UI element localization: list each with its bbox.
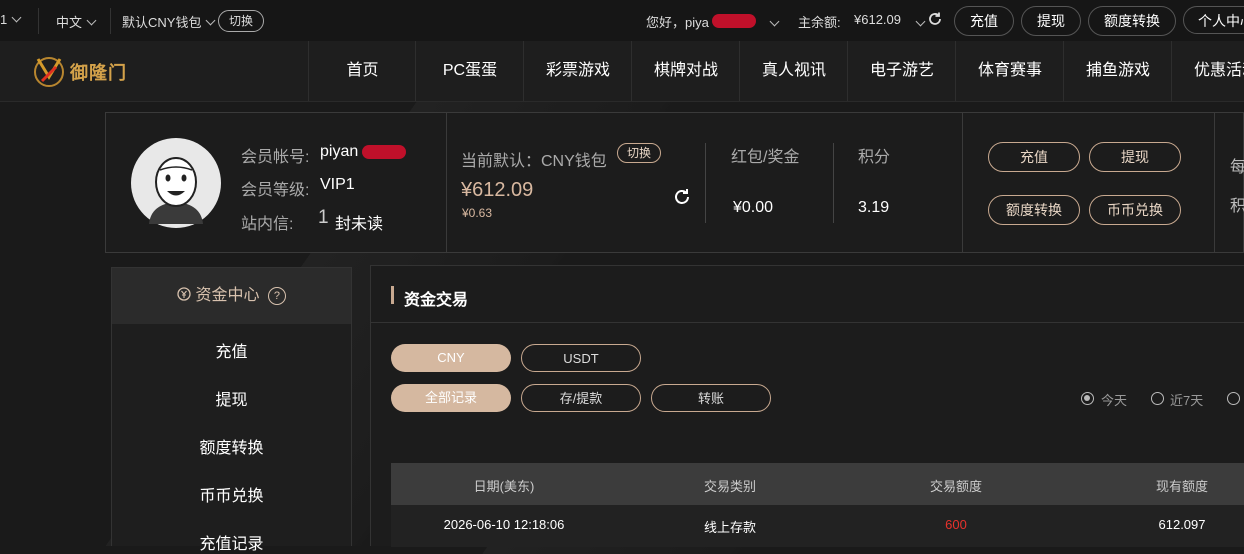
main-panel: 资金交易 CNY USDT 全部记录 存/提款 转账 今天 近7天 日期(美东)… bbox=[370, 265, 1244, 547]
wallet-label: 默认CNY钱包 bbox=[122, 15, 202, 30]
account-label: 会员帐号: bbox=[241, 149, 310, 166]
account-value: piyan bbox=[320, 143, 359, 160]
chevron-down-icon[interactable] bbox=[769, 16, 780, 27]
cell-balance: 612.097 bbox=[1158, 517, 1206, 532]
main-balance: ¥612.09 bbox=[461, 179, 534, 201]
chevron-down-icon bbox=[11, 12, 22, 23]
divider bbox=[1214, 113, 1215, 252]
user-info-card: 会员帐号: piyan 会员等级: VIP1 站内信: 1 封未读 当前默认：C… bbox=[105, 112, 1244, 253]
divider bbox=[962, 113, 963, 252]
currency-icon bbox=[177, 287, 191, 301]
radio-today-label: 今天 bbox=[1101, 393, 1128, 408]
balance-label: 主余额: bbox=[798, 15, 841, 30]
balance-value: ¥612.09 bbox=[854, 12, 901, 27]
top-withdraw-button[interactable]: 提现 bbox=[1021, 6, 1081, 36]
chevron-down-icon bbox=[206, 15, 216, 26]
divider bbox=[110, 8, 111, 34]
title-marker bbox=[391, 286, 394, 304]
wallet-switch-button[interactable]: 切换 bbox=[218, 10, 264, 32]
sidebar-item-transfer[interactable]: 额度转换 bbox=[112, 434, 351, 458]
nav-pc-egg[interactable]: PC蛋蛋 bbox=[415, 41, 524, 101]
sidebar-item-withdraw[interactable]: 提现 bbox=[112, 386, 351, 410]
sub-balance: ¥0.63 bbox=[462, 206, 493, 220]
divider bbox=[446, 113, 447, 252]
sidebar-header: 资金中心 ? bbox=[112, 268, 351, 324]
cell-amount: 600 bbox=[945, 517, 967, 532]
radio-7days[interactable] bbox=[1151, 392, 1164, 405]
nav-fishing[interactable]: 捕鱼游戏 bbox=[1063, 41, 1172, 101]
sidebar-title: 资金中心 bbox=[195, 287, 260, 304]
language-select[interactable]: 中文 bbox=[56, 12, 97, 31]
card-switch-button[interactable]: 切换 bbox=[617, 143, 661, 163]
sidebar-item-exchange[interactable]: 币币兑换 bbox=[112, 482, 351, 506]
top-transfer-button[interactable]: 额度转换 bbox=[1088, 6, 1176, 36]
username-redaction bbox=[712, 14, 756, 28]
tab-all-records[interactable]: 全部记录 bbox=[391, 384, 511, 412]
radio-today[interactable] bbox=[1081, 392, 1094, 405]
logo-text: 御隆门 bbox=[70, 63, 127, 83]
tab-transfer[interactable]: 转账 bbox=[651, 384, 771, 412]
radio-more[interactable] bbox=[1227, 392, 1240, 405]
tab-deposit-withdraw[interactable]: 存/提款 bbox=[521, 384, 641, 412]
main-nav: 御隆门 首页 PC蛋蛋 彩票游戏 棋牌对战 真人视讯 电子游艺 体育赛事 捕鱼游… bbox=[0, 41, 1244, 102]
refresh-icon[interactable] bbox=[927, 11, 943, 27]
nav-home[interactable]: 首页 bbox=[308, 41, 416, 101]
tab-cny[interactable]: CNY bbox=[391, 344, 511, 372]
greeting: 您好，piya bbox=[646, 15, 709, 30]
level-value: VIP1 bbox=[320, 176, 355, 193]
column-balance: 现有额度 bbox=[1155, 479, 1208, 494]
message-label: 站内信: bbox=[241, 216, 294, 233]
nav-chess[interactable]: 棋牌对战 bbox=[631, 41, 740, 101]
divider bbox=[705, 143, 706, 223]
level-label: 会员等级: bbox=[241, 182, 310, 199]
wallet-select[interactable]: 默认CNY钱包 bbox=[122, 12, 216, 31]
divider bbox=[371, 322, 1244, 323]
bonus-value: ¥0.00 bbox=[733, 199, 774, 216]
points-label: 积分 bbox=[858, 149, 891, 166]
sidebar-item-deposit-records[interactable]: 充值记录 bbox=[112, 530, 351, 554]
refresh-icon[interactable] bbox=[672, 187, 692, 207]
right-partial-text-1: 每 bbox=[1230, 159, 1244, 176]
message-count[interactable]: 1 bbox=[318, 207, 329, 229]
personal-center-button[interactable]: 个人中心 bbox=[1183, 6, 1244, 34]
nav-sports[interactable]: 体育赛事 bbox=[955, 41, 1064, 101]
chevron-down-icon[interactable] bbox=[915, 16, 926, 27]
help-icon[interactable]: ? bbox=[267, 287, 286, 305]
card-transfer-button[interactable]: 额度转换 bbox=[988, 195, 1080, 225]
cell-date: 2026-06-10 12:18:06 bbox=[443, 517, 565, 532]
top-left-text: 1 bbox=[0, 12, 8, 27]
nav-promotions[interactable]: 优惠活动 bbox=[1171, 41, 1244, 101]
column-amount: 交易额度 bbox=[929, 479, 982, 494]
message-suffix[interactable]: 封未读 bbox=[335, 210, 383, 234]
card-exchange-button[interactable]: 币币兑换 bbox=[1089, 195, 1181, 225]
site-logo[interactable]: 御隆门 bbox=[32, 53, 128, 89]
points-value: 3.19 bbox=[858, 199, 890, 216]
avatar[interactable] bbox=[131, 138, 221, 228]
sidebar-item-deposit[interactable]: 充值 bbox=[112, 338, 351, 362]
nav-lottery[interactable]: 彩票游戏 bbox=[523, 41, 632, 101]
top-left-partial[interactable]: 1 bbox=[0, 12, 22, 27]
bonus-label: 红包/奖金 bbox=[731, 149, 800, 166]
radio-7days-label: 近7天 bbox=[1170, 393, 1204, 408]
card-deposit-button[interactable]: 充值 bbox=[988, 142, 1080, 172]
card-withdraw-button[interactable]: 提现 bbox=[1089, 142, 1181, 172]
column-type: 交易类别 bbox=[703, 479, 756, 494]
current-wallet-label: 当前默认：CNY钱包 bbox=[461, 153, 607, 170]
divider bbox=[833, 143, 834, 223]
nav-slots[interactable]: 电子游艺 bbox=[847, 41, 956, 101]
column-date: 日期(美东) bbox=[473, 479, 535, 494]
panel-title: 资金交易 bbox=[404, 292, 469, 309]
cell-type: 线上存款 bbox=[703, 520, 756, 535]
funds-sidebar: 资金中心 ? 充值 提现 额度转换 币币兑换 充值记录 bbox=[111, 267, 352, 553]
language-label: 中文 bbox=[56, 15, 83, 30]
top-bar: 1 中文 默认CNY钱包 切换 您好，piya 主余额: ¥612.09 充值 … bbox=[0, 0, 1244, 42]
top-deposit-button[interactable]: 充值 bbox=[954, 6, 1014, 36]
tab-usdt[interactable]: USDT bbox=[521, 344, 641, 372]
chevron-down-icon bbox=[86, 15, 97, 26]
divider bbox=[38, 8, 39, 34]
right-partial-text-2: 积 bbox=[1230, 198, 1244, 215]
nav-live[interactable]: 真人视讯 bbox=[739, 41, 848, 101]
logo-emblem-icon bbox=[34, 57, 64, 87]
account-redaction bbox=[362, 145, 406, 159]
